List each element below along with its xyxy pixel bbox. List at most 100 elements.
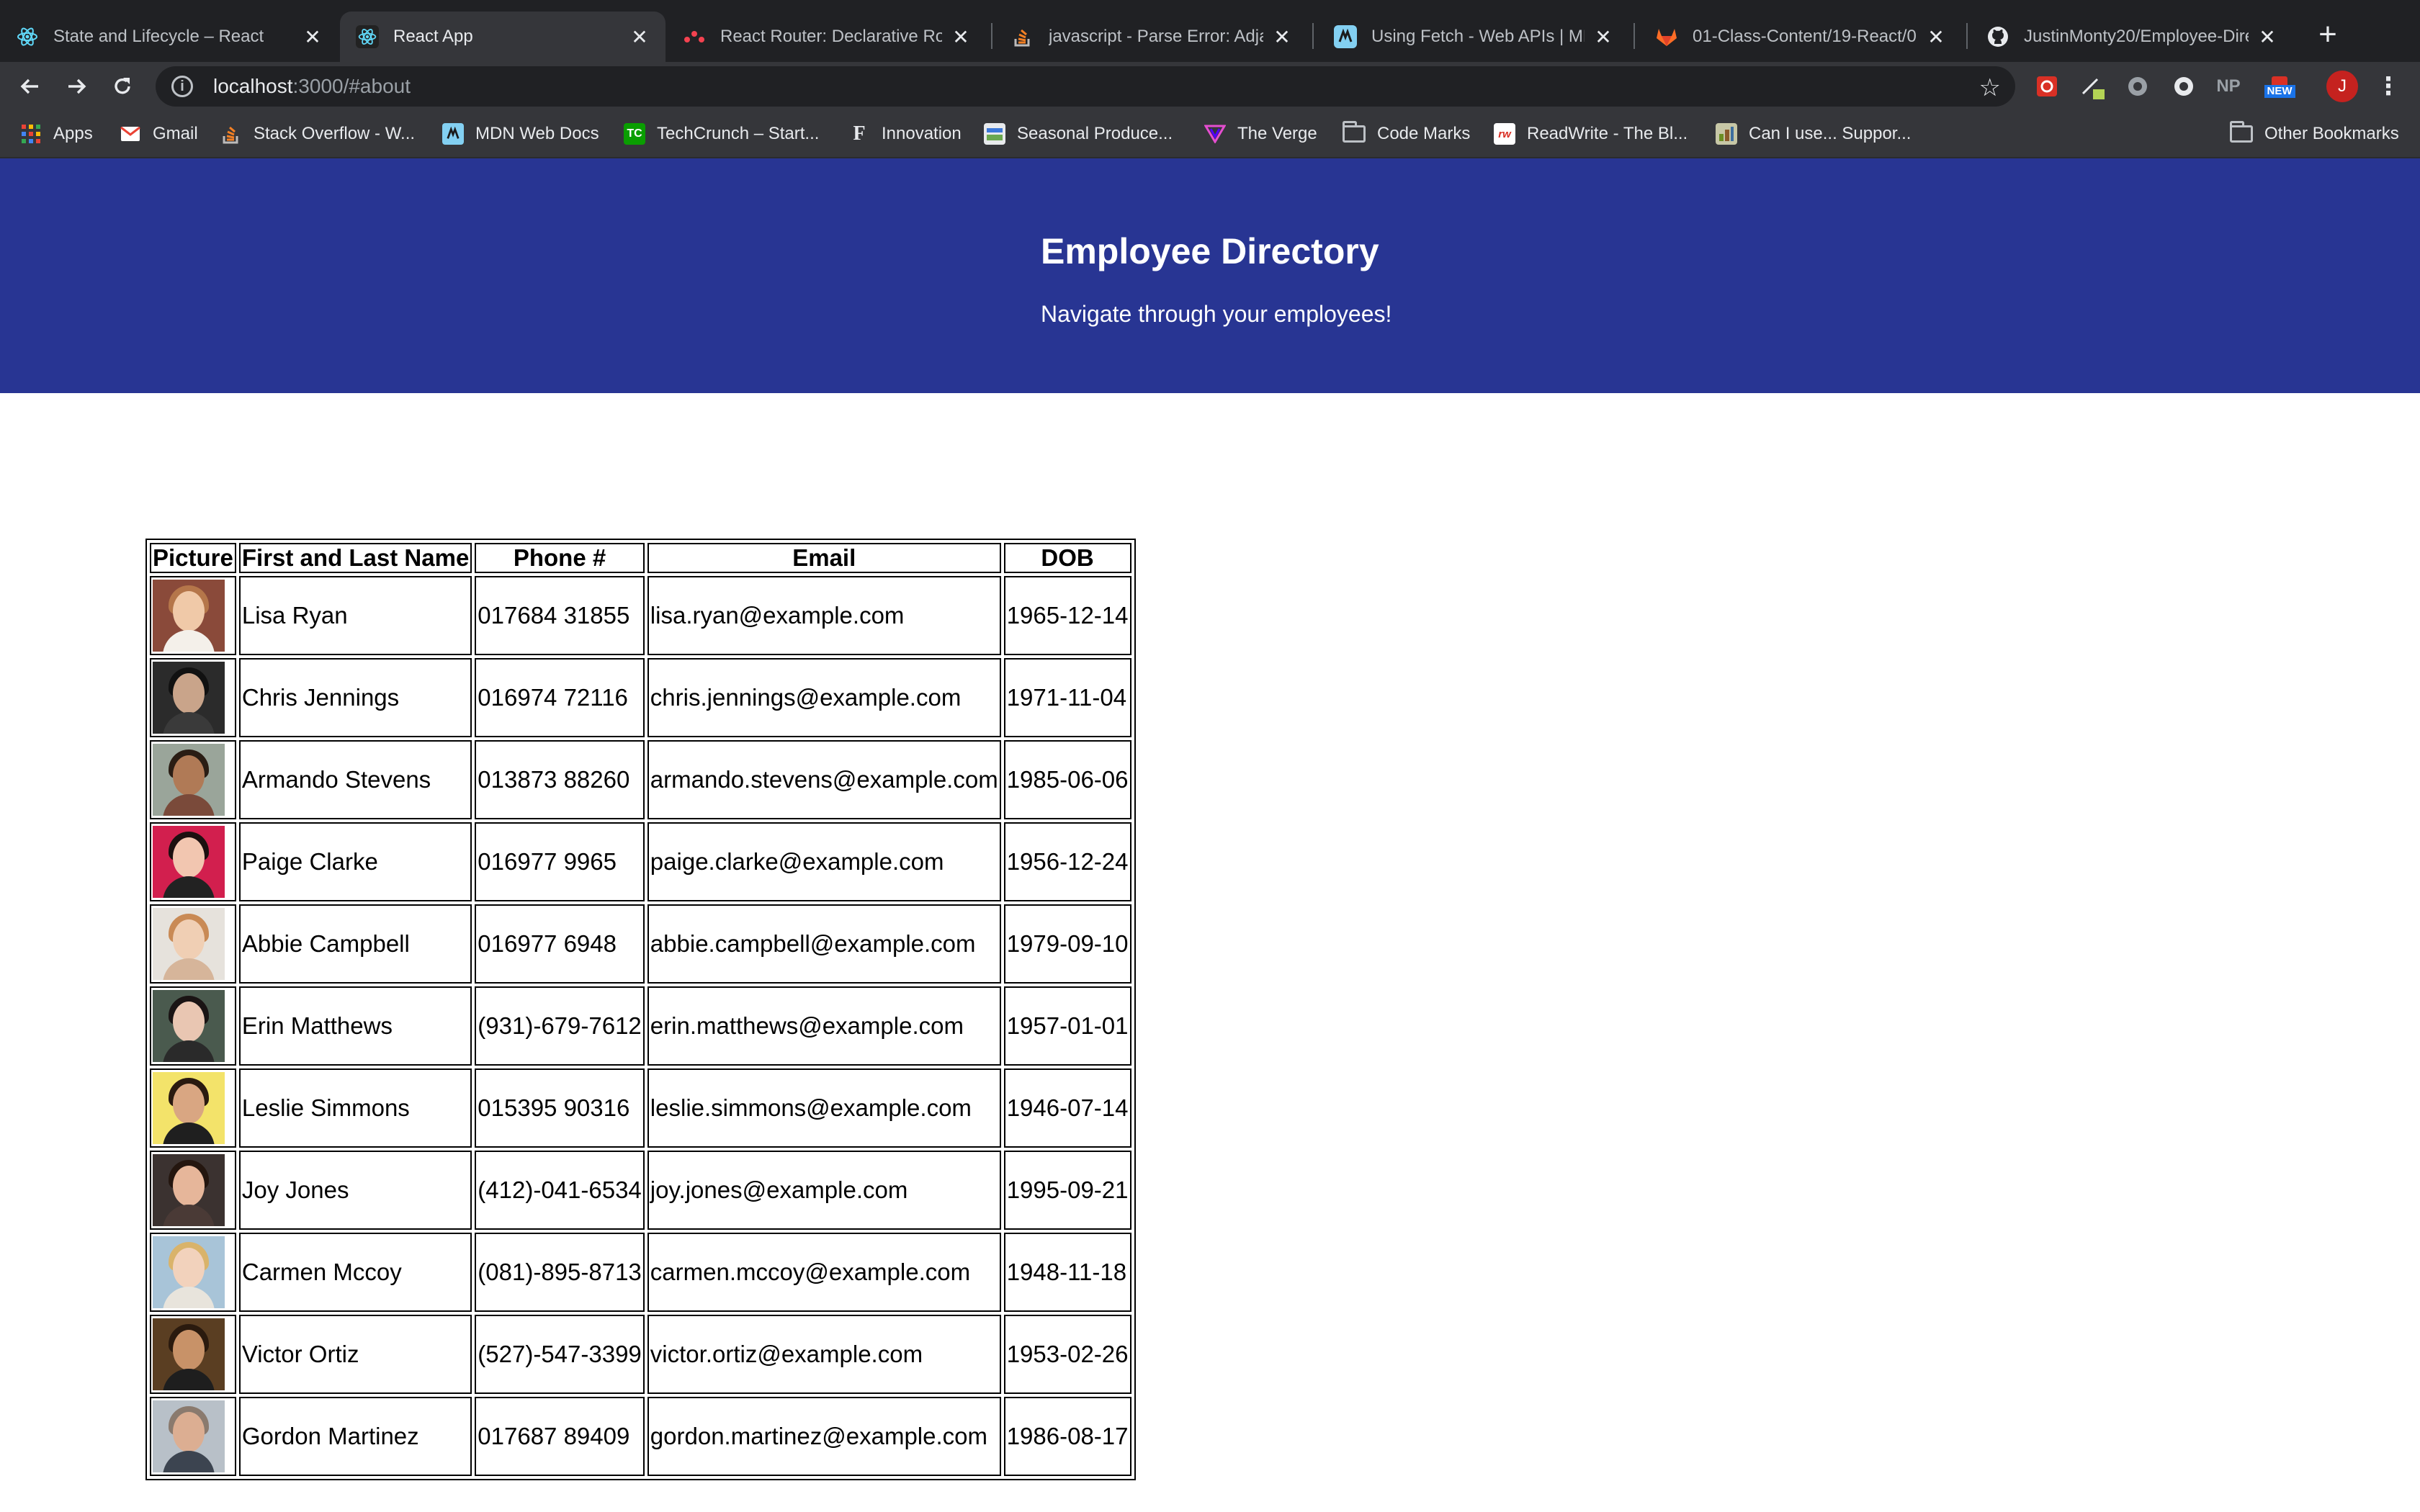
name-cell: Carmen Mccoy (238, 1233, 472, 1312)
tab-separator (1966, 23, 1968, 49)
picture-cell (150, 658, 236, 737)
tab-title: javascript - Parse Error: Adjac (1049, 27, 1263, 46)
bookmark-label: TechCrunch – Start... (657, 124, 820, 143)
menu-kebab-icon[interactable]: ⋮ (2374, 72, 2403, 101)
mdn-icon (442, 123, 464, 145)
tab-title: 01-Class-Content/19-React/0 (1693, 27, 1917, 46)
picture-cell (150, 1151, 236, 1230)
close-icon[interactable]: ✕ (1593, 25, 1613, 49)
bookmark-innovation[interactable]: F Innovation (848, 121, 961, 147)
email-cell: chris.jennings@example.com (647, 658, 1001, 737)
apps-grid-icon (20, 123, 42, 145)
bookmarks-bar: Apps Gmail Stack Overflow - W... MDN Web… (0, 111, 2420, 158)
stackoverflow-icon (220, 123, 242, 145)
close-icon[interactable]: ✕ (302, 25, 323, 49)
back-button[interactable] (10, 66, 50, 107)
name-cell: Leslie Simmons (238, 1068, 472, 1148)
extension-new-badge-icon[interactable]: NEW (2262, 72, 2298, 101)
reload-button[interactable] (102, 66, 143, 107)
close-icon[interactable]: ✕ (2257, 25, 2277, 49)
bookmark-apps[interactable]: Apps (20, 121, 93, 147)
caniuse-icon (1716, 123, 1737, 145)
bookmark-code-marks[interactable]: Code Marks (1343, 121, 1470, 147)
name-cell: Abbie Campbell (238, 904, 472, 984)
extension-pen-icon[interactable] (2079, 72, 2107, 101)
phone-cell: 016977 6948 (475, 904, 645, 984)
bookmark-techcrunch[interactable]: TC TechCrunch – Start... (624, 121, 819, 147)
employee-photo (153, 908, 225, 980)
profile-avatar[interactable]: J (2326, 71, 2358, 102)
tab-react-app[interactable]: React App ✕ (340, 12, 666, 62)
bookmark-mdn[interactable]: MDN Web Docs (442, 121, 599, 147)
new-tab-button[interactable]: + (2313, 16, 2342, 53)
tab-react-router[interactable]: React Router: Declarative Rou ✕ (667, 12, 987, 62)
info-icon[interactable]: i (171, 76, 193, 97)
tab-stackoverflow[interactable]: javascript - Parse Error: Adjac ✕ (995, 12, 1308, 62)
bookmark-the-verge[interactable]: The Verge (1204, 121, 1317, 147)
picture-cell (150, 904, 236, 984)
tab-separator (991, 23, 992, 49)
employee-photo (153, 1072, 225, 1144)
stackoverflow-icon (1011, 25, 1034, 48)
page-subtitle: Navigate through your employees! (1041, 301, 1392, 327)
table-row: Abbie Campbell 016977 6948 abbie.campbel… (150, 904, 1131, 984)
bookmark-stackoverflow[interactable]: Stack Overflow - W... (220, 121, 415, 147)
name-cell: Armando Stevens (238, 740, 472, 819)
employee-photo (153, 990, 225, 1062)
name-cell: Erin Matthews (238, 986, 472, 1066)
column-header-phone[interactable]: Phone # (475, 543, 645, 573)
employee-photo (153, 1154, 225, 1226)
bookmark-caniuse[interactable]: Can I use... Suppor... (1716, 121, 1911, 147)
tab-gitlab[interactable]: 01-Class-Content/19-React/0 ✕ (1639, 12, 1962, 62)
header-banner: Employee Directory Navigate through your… (0, 158, 2420, 393)
close-icon[interactable]: ✕ (629, 25, 650, 49)
address-bar[interactable]: i localhost:3000/#about ☆ (156, 66, 2015, 107)
extension-circle-icon[interactable] (2169, 72, 2198, 101)
email-cell: armando.stevens@example.com (647, 740, 1001, 819)
column-header-name[interactable]: First and Last Name (238, 543, 472, 573)
url-path: :3000/#about (292, 75, 411, 97)
bookmark-label: The Verge (1237, 124, 1317, 143)
table-row: Joy Jones (412)-041-6534 joy.jones@examp… (150, 1151, 1131, 1230)
arrow-left-icon (20, 78, 38, 94)
readwrite-icon: rw (1494, 123, 1515, 145)
bookmark-seasonal-produce[interactable]: Seasonal Produce... (984, 121, 1173, 147)
page-title: Employee Directory (1041, 231, 1379, 271)
produce-icon (984, 123, 1005, 145)
close-icon[interactable]: ✕ (1272, 25, 1292, 49)
table-row: Lisa Ryan 017684 31855 lisa.ryan@example… (150, 576, 1131, 655)
techcrunch-icon: TC (624, 123, 645, 145)
tab-title: Using Fetch - Web APIs | MDN (1371, 27, 1585, 46)
name-cell: Paige Clarke (238, 822, 472, 901)
picture-cell (150, 740, 236, 819)
bookmark-star-icon[interactable]: ☆ (1979, 73, 2001, 102)
extension-puzzle-icon[interactable] (2033, 72, 2061, 101)
employee-photo (153, 662, 225, 734)
close-icon[interactable]: ✕ (1926, 25, 1946, 49)
picture-cell (150, 986, 236, 1066)
extension-np-icon[interactable]: NP (2214, 72, 2243, 101)
phone-cell: (527)-547-3399 (475, 1315, 645, 1394)
column-header-picture[interactable]: Picture (150, 543, 236, 573)
tab-react-docs[interactable]: State and Lifecycle – React ✕ (0, 12, 339, 62)
tab-separator (1634, 23, 1635, 49)
bookmark-label: Can I use... Suppor... (1749, 124, 1912, 143)
extension-power-icon[interactable] (2123, 72, 2152, 101)
bookmark-label: Other Bookmarks (2264, 124, 2399, 143)
github-icon (1986, 25, 2009, 48)
forward-button[interactable] (56, 66, 97, 107)
bookmark-gmail[interactable]: Gmail (120, 121, 198, 147)
tab-github[interactable]: JustinMonty20/Employee-Dire ✕ (1971, 12, 2293, 62)
url-host: localhost (213, 75, 293, 97)
new-badge-label: NEW (2264, 85, 2295, 98)
column-header-email[interactable]: Email (647, 543, 1001, 573)
email-cell: carmen.mccoy@example.com (647, 1233, 1001, 1312)
close-icon[interactable]: ✕ (951, 25, 971, 49)
bookmark-readwrite[interactable]: rw ReadWrite - The Bl... (1494, 121, 1688, 147)
employee-photo (153, 826, 225, 898)
bookmark-other-bookmarks[interactable]: Other Bookmarks (2230, 121, 2399, 147)
react-router-icon (683, 25, 706, 48)
tab-mdn-fetch[interactable]: Using Fetch - Web APIs | MDN ✕ (1318, 12, 1629, 62)
column-header-dob[interactable]: DOB (1003, 543, 1131, 573)
dob-cell: 1948-11-18 (1003, 1233, 1131, 1312)
